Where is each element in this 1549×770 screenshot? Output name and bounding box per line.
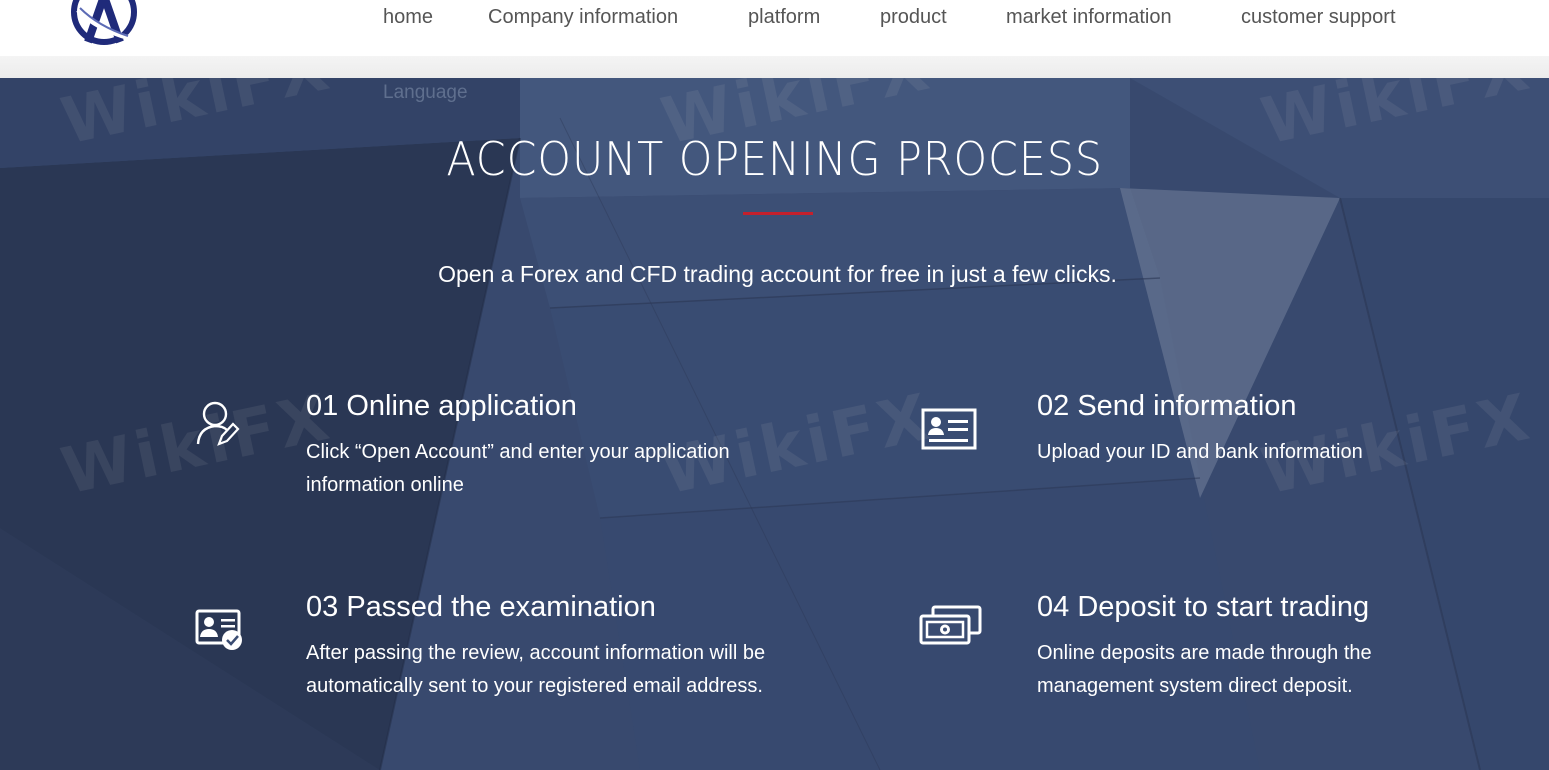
site-header: home Company information platform produc… <box>0 0 1549 56</box>
nav-platform[interactable]: platform <box>748 6 820 29</box>
id-card-icon <box>921 408 977 450</box>
step-title: 01 Online application <box>306 390 577 422</box>
nav-company-information[interactable]: Company information <box>488 6 678 29</box>
step-description: Click “Open Account” and enter your appl… <box>306 441 730 496</box>
step-description: After passing the review, account inform… <box>306 642 766 697</box>
id-card-check-icon <box>195 609 242 650</box>
nav-market-information[interactable]: market information <box>1006 6 1172 29</box>
step-title: 02 Send information <box>1037 390 1297 422</box>
title-underline <box>743 212 813 215</box>
header-divider <box>0 56 1549 78</box>
user-edit-icon <box>196 401 240 446</box>
step-description: Online deposits are made through the man… <box>1037 642 1372 697</box>
step-title: 04 Deposit to start trading <box>1037 591 1370 623</box>
step-description: Upload your ID and bank information <box>1037 441 1363 463</box>
section-subtitle: Open a Forex and CFD trading account for… <box>438 261 1117 287</box>
nav-product[interactable]: product <box>880 6 947 29</box>
money-bills-icon <box>919 605 982 645</box>
main-nav: home Company information platform produc… <box>0 6 1549 32</box>
language-selector[interactable]: Language <box>383 82 468 104</box>
section-title: ACCOUNT OPENING PROCESS <box>446 132 1103 186</box>
nav-customer-support[interactable]: customer support <box>1241 6 1396 29</box>
nav-home[interactable]: home <box>383 6 433 29</box>
step-title: 03 Passed the examination <box>306 591 656 623</box>
